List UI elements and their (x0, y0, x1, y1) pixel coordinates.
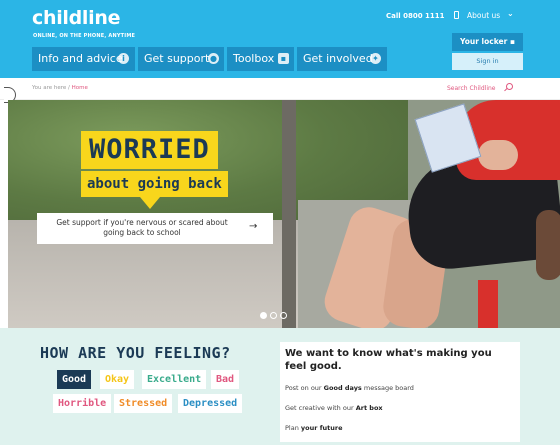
speech-bubble-tail (140, 197, 160, 209)
panel-line-text: Post on our (285, 384, 324, 392)
person-icon: ● (208, 53, 219, 64)
call-number-link[interactable]: Call 0800 1111 (386, 12, 445, 20)
art-box-link[interactable]: Get creative with our Art box (285, 404, 383, 412)
hero-background-pole (282, 100, 296, 328)
nav-get-support[interactable]: Get support ● (138, 47, 224, 71)
phone-icon (454, 11, 459, 19)
feel-good-panel: We want to know what's making you feel g… (280, 342, 520, 442)
mood-excellent-button[interactable]: Excellent (142, 370, 207, 389)
hero-cta-text: Get support if you're nervous or scared … (56, 218, 228, 237)
panel-line-text: message board (361, 384, 414, 392)
nav-label: Get involved (303, 52, 373, 65)
panel-line-text: Plan (285, 424, 301, 432)
carousel-dot[interactable] (270, 312, 277, 319)
hero-banner: WORRIED about going back Get support if … (8, 100, 560, 328)
hero-second-person-arm (536, 210, 560, 280)
breadcrumb-home-link[interactable]: Home (72, 85, 88, 91)
star-icon: ✦ (370, 53, 381, 64)
tagline: ONLINE, ON THE PHONE, ANYTIME (33, 33, 136, 39)
your-future-link[interactable]: Plan your future (285, 424, 343, 432)
mood-okay-button[interactable]: Okay (100, 370, 135, 389)
breadcrumb: You are here / Home (32, 85, 88, 91)
nav-toolbox[interactable]: Toolbox ▪ (227, 47, 294, 71)
nav-get-involved[interactable]: Get involved ✦ (297, 47, 387, 71)
mood-bad-button[interactable]: Bad (211, 370, 240, 389)
info-icon: i (118, 53, 129, 64)
page: childline ONLINE, ON THE PHONE, ANYTIME … (0, 0, 560, 445)
mood-depressed-button[interactable]: Depressed (178, 394, 243, 413)
hero-headline: WORRIED (81, 131, 218, 169)
nav-label: Toolbox (233, 52, 275, 65)
panel-line-text: Get creative with our (285, 404, 356, 412)
hero-person-hand (478, 140, 518, 170)
toolbox-icon: ▪ (278, 53, 289, 64)
about-us-link[interactable]: About us (467, 11, 500, 20)
breadcrumb-prefix: You are here / (32, 85, 72, 91)
mood-good-button[interactable]: Good (57, 370, 92, 389)
hero-cta-button[interactable]: Get support if you're nervous or scared … (37, 213, 273, 244)
panel-line-bold: your future (300, 424, 343, 432)
your-locker-button[interactable]: Your locker ▪ (452, 33, 523, 51)
chevron-down-icon[interactable]: ⌄ (507, 9, 514, 18)
feelings-title: HOW ARE YOU FEELING? (40, 344, 231, 362)
site-header: childline ONLINE, ON THE PHONE, ANYTIME … (0, 0, 560, 78)
carousel-dot-active[interactable] (260, 312, 267, 319)
carousel-dot[interactable] (280, 312, 287, 319)
panel-line-bold: Art box (355, 404, 383, 412)
mood-stressed-button[interactable]: Stressed (114, 394, 173, 413)
arrow-right-icon: → (249, 221, 258, 232)
good-days-link[interactable]: Post on our Good days message board (285, 384, 414, 392)
panel-title: We want to know what's making you feel g… (285, 348, 492, 372)
breadcrumb-bar: You are here / Home Search Childline (0, 78, 560, 100)
feelings-section: HOW ARE YOU FEELING? Good Okay Excellent… (0, 328, 560, 445)
nav-label: Info and advice (38, 52, 123, 65)
childline-logo[interactable]: childline (32, 7, 120, 29)
panel-line-bold: Good days (323, 384, 362, 392)
hero-subheadline: about going back (81, 171, 228, 197)
nav-info-and-advice[interactable]: Info and advice i (32, 47, 135, 71)
lock-icon: ▪ (509, 37, 515, 46)
search-icon[interactable] (506, 83, 513, 90)
hero-chair (478, 280, 498, 328)
locker-label: Your locker (459, 37, 508, 46)
search-link[interactable]: Search Childline (447, 85, 495, 92)
mood-horrible-button[interactable]: Horrible (53, 394, 112, 413)
sign-in-button[interactable]: Sign in (452, 53, 523, 70)
nav-label: Get support (144, 52, 210, 65)
